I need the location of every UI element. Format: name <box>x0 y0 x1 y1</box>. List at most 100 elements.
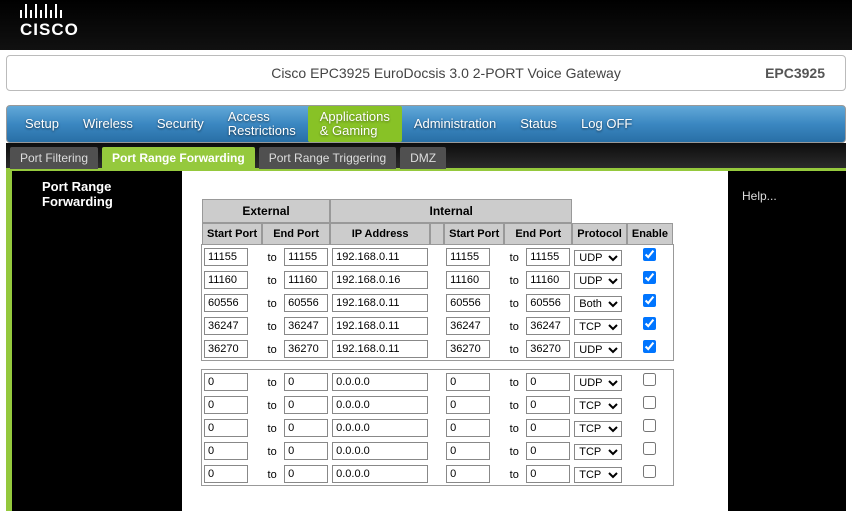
to-label: to <box>264 469 280 481</box>
protocol-select[interactable]: UDPTCPBoth <box>574 296 622 312</box>
ext-start-input[interactable] <box>204 465 248 483</box>
ext-start-input[interactable] <box>204 419 248 437</box>
ext-end-input[interactable] <box>284 248 328 266</box>
to-label: to <box>506 344 522 356</box>
nav-access-restrictions[interactable]: Access Restrictions <box>216 106 308 143</box>
ip-input[interactable] <box>332 294 428 312</box>
table-row: totoUDPTCPBoth <box>202 245 673 268</box>
ext-end-input[interactable] <box>284 340 328 358</box>
ip-input[interactable] <box>332 442 428 460</box>
col-int-end: End Port <box>504 223 572 245</box>
to-label: to <box>506 423 522 435</box>
col-protocol: Protocol <box>572 223 627 245</box>
ip-input[interactable] <box>332 373 428 391</box>
enable-checkbox[interactable] <box>643 373 656 386</box>
protocol-select[interactable]: UDPTCPBoth <box>574 273 622 289</box>
col-external: External <box>202 199 330 223</box>
ext-end-input[interactable] <box>284 465 328 483</box>
tab-port-filtering[interactable]: Port Filtering <box>10 147 98 169</box>
tab-dmz[interactable]: DMZ <box>400 147 446 169</box>
nav-applications-gaming[interactable]: Applications & Gaming <box>308 106 402 143</box>
int-start-input[interactable] <box>446 465 490 483</box>
ext-start-input[interactable] <box>204 442 248 460</box>
int-start-input[interactable] <box>446 294 490 312</box>
int-end-input[interactable] <box>526 419 570 437</box>
ext-end-input[interactable] <box>284 271 328 289</box>
protocol-select[interactable]: UDPTCPBoth <box>574 467 622 483</box>
cisco-logo: CISCO <box>20 4 79 40</box>
ip-input[interactable] <box>332 396 428 414</box>
ip-input[interactable] <box>332 340 428 358</box>
nav-administration[interactable]: Administration <box>402 113 508 135</box>
int-end-input[interactable] <box>526 442 570 460</box>
col-int-start: Start Port <box>444 223 504 245</box>
protocol-select[interactable]: UDPTCPBoth <box>574 398 622 414</box>
to-label: to <box>264 298 280 310</box>
enable-checkbox[interactable] <box>643 340 656 353</box>
protocol-select[interactable]: UDPTCPBoth <box>574 375 622 391</box>
ip-input[interactable] <box>332 271 428 289</box>
protocol-select[interactable]: UDPTCPBoth <box>574 444 622 460</box>
protocol-select[interactable]: UDPTCPBoth <box>574 342 622 358</box>
enable-checkbox[interactable] <box>643 317 656 330</box>
int-end-input[interactable] <box>526 465 570 483</box>
port-forward-table: External Internal Start Port End Port IP… <box>202 199 673 485</box>
ext-end-input[interactable] <box>284 373 328 391</box>
enable-checkbox[interactable] <box>643 419 656 432</box>
enable-checkbox[interactable] <box>643 465 656 478</box>
int-start-input[interactable] <box>446 248 490 266</box>
tab-port-range-forwarding[interactable]: Port Range Forwarding <box>102 147 255 169</box>
ext-end-input[interactable] <box>284 294 328 312</box>
help-link[interactable]: Help... <box>728 171 846 203</box>
int-end-input[interactable] <box>526 294 570 312</box>
nav-setup[interactable]: Setup <box>13 113 71 135</box>
int-start-input[interactable] <box>446 271 490 289</box>
to-label: to <box>264 400 280 412</box>
nav-wireless[interactable]: Wireless <box>71 113 145 135</box>
int-start-input[interactable] <box>446 373 490 391</box>
ext-start-input[interactable] <box>204 396 248 414</box>
int-end-input[interactable] <box>526 317 570 335</box>
to-label: to <box>264 321 280 333</box>
top-bar: CISCO <box>0 0 852 50</box>
protocol-select[interactable]: UDPTCPBoth <box>574 421 622 437</box>
ip-input[interactable] <box>332 248 428 266</box>
ext-end-input[interactable] <box>284 442 328 460</box>
ext-end-input[interactable] <box>284 317 328 335</box>
ext-start-input[interactable] <box>204 248 248 266</box>
nav-status[interactable]: Status <box>508 113 569 135</box>
table-row: totoUDPTCPBoth <box>202 462 673 485</box>
nav-logoff[interactable]: Log OFF <box>569 113 644 135</box>
ext-start-input[interactable] <box>204 373 248 391</box>
enable-checkbox[interactable] <box>643 271 656 284</box>
int-end-input[interactable] <box>526 396 570 414</box>
enable-checkbox[interactable] <box>643 396 656 409</box>
ip-input[interactable] <box>332 419 428 437</box>
ip-input[interactable] <box>332 317 428 335</box>
ip-input[interactable] <box>332 465 428 483</box>
ext-start-input[interactable] <box>204 294 248 312</box>
int-end-input[interactable] <box>526 271 570 289</box>
int-start-input[interactable] <box>446 340 490 358</box>
to-label: to <box>264 423 280 435</box>
ext-start-input[interactable] <box>204 271 248 289</box>
to-label: to <box>264 275 280 287</box>
ext-end-input[interactable] <box>284 419 328 437</box>
enable-checkbox[interactable] <box>643 248 656 261</box>
int-end-input[interactable] <box>526 248 570 266</box>
protocol-select[interactable]: UDPTCPBoth <box>574 319 622 335</box>
int-start-input[interactable] <box>446 396 490 414</box>
protocol-select[interactable]: UDPTCPBoth <box>574 250 622 266</box>
enable-checkbox[interactable] <box>643 294 656 307</box>
tab-port-range-triggering[interactable]: Port Range Triggering <box>259 147 396 169</box>
enable-checkbox[interactable] <box>643 442 656 455</box>
ext-start-input[interactable] <box>204 340 248 358</box>
int-end-input[interactable] <box>526 340 570 358</box>
int-end-input[interactable] <box>526 373 570 391</box>
ext-start-input[interactable] <box>204 317 248 335</box>
int-start-input[interactable] <box>446 317 490 335</box>
ext-end-input[interactable] <box>284 396 328 414</box>
nav-security[interactable]: Security <box>145 113 216 135</box>
int-start-input[interactable] <box>446 442 490 460</box>
int-start-input[interactable] <box>446 419 490 437</box>
